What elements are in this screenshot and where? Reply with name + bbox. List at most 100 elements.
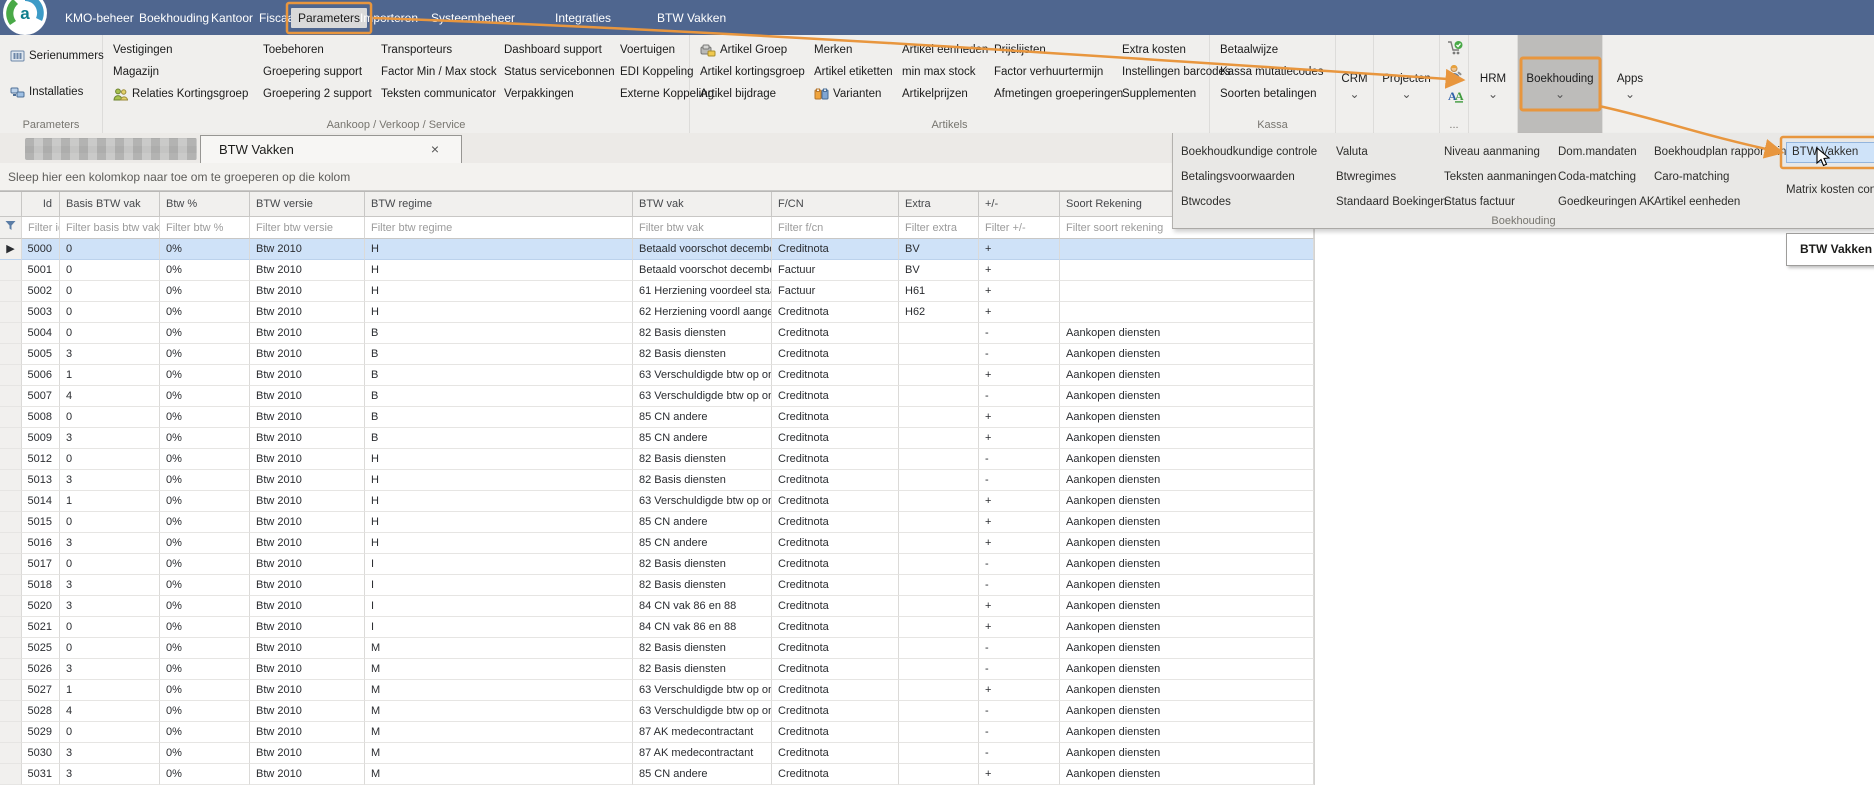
cell[interactable]: 0% [160,491,250,512]
cell[interactable]: 0 [60,722,160,743]
menu-item-caro-matching[interactable]: Caro-matching [1654,165,1793,190]
cell[interactable]: 82 Basis diensten [633,554,772,575]
cell[interactable]: Creditnota [772,323,899,344]
cell[interactable]: Creditnota [772,386,899,407]
column-header--[interactable]: +/- [979,192,1060,217]
menu-item-kmo-beheer[interactable]: KMO-beheer [58,8,141,28]
cell[interactable]: Aankopen diensten [1060,344,1314,365]
cell[interactable]: Aankopen diensten [1060,428,1314,449]
column-header-btw-[interactable]: Btw % [160,192,250,217]
menu-item-artikel-eenheden[interactable]: Artikel eenheden [1654,190,1793,215]
cell[interactable]: Btw 2010 [250,722,365,743]
cell[interactable]: Btw 2010 [250,701,365,722]
cell[interactable]: 0% [160,638,250,659]
cell[interactable]: 82 Basis diensten [633,659,772,680]
cell[interactable]: 1 [60,365,160,386]
table-row[interactable]: 501830%Btw 2010I82 Basis dienstenCreditn… [0,575,1314,596]
cell[interactable]: 82 Basis diensten [633,449,772,470]
cell[interactable]: M [365,722,633,743]
cell[interactable]: H [365,260,633,281]
cell[interactable]: Btw 2010 [250,428,365,449]
cell[interactable] [899,407,979,428]
ribbon-item-magazijn[interactable]: Magazijn [109,61,259,83]
menu-item-btwregimes[interactable]: Btwregimes [1336,165,1447,190]
table-row[interactable]: 501410%Btw 2010H63 Verschuldigde btw op … [0,491,1314,512]
cell[interactable]: 5029 [22,722,60,743]
table-row[interactable]: 503030%Btw 2010M87 AK medecontractantCre… [0,743,1314,764]
menu-item-boekhoudplan-rapportering[interactable]: Boekhoudplan rapportering [1654,140,1793,165]
cell[interactable]: 0% [160,680,250,701]
menu-item-matrix-kosten-con[interactable]: Matrix kosten con [1786,178,1874,203]
cell[interactable]: Creditnota [772,344,899,365]
table-row[interactable]: 502900%Btw 2010M87 AK medecontractantCre… [0,722,1314,743]
cell[interactable]: 0 [60,638,160,659]
cell[interactable]: H [365,281,633,302]
cell[interactable]: Aankopen diensten [1060,407,1314,428]
cell[interactable]: 0% [160,764,250,785]
cell[interactable]: 0% [160,428,250,449]
menu-item-btwcodes[interactable]: Btwcodes [1181,190,1317,215]
table-row[interactable]: 500930%Btw 2010B85 CN andereCreditnota+A… [0,428,1314,449]
cell[interactable]: Creditnota [772,638,899,659]
ribbon-item-artikel-etiketten[interactable]: Artikel etiketten [810,61,898,83]
ribbon-button-projecten[interactable]: Projecten⌄ [1374,35,1440,133]
ribbon-item-betaalwijze[interactable]: Betaalwijze [1216,39,1334,61]
cell[interactable]: 5025 [22,638,60,659]
column-header-id[interactable]: Id [22,192,60,217]
cell[interactable]: 5016 [22,533,60,554]
cell[interactable]: 63 Verschuldigde btw op ont... [633,701,772,722]
table-row[interactable]: 500200%Btw 2010H61 Herziening voordeel s… [0,281,1314,302]
cell[interactable]: 0 [60,239,160,260]
cell[interactable] [899,701,979,722]
cell[interactable]: Creditnota [772,239,899,260]
cell[interactable]: + [979,764,1060,785]
cell[interactable]: 0% [160,281,250,302]
cell[interactable]: H [365,449,633,470]
cell[interactable]: 85 CN andere [633,764,772,785]
filter-cell[interactable]: Filter btw % [160,217,250,239]
cell[interactable]: 0% [160,365,250,386]
cell[interactable]: Factuur [772,281,899,302]
menu-item-integraties[interactable]: Integraties [548,8,618,28]
cell[interactable]: M [365,764,633,785]
cell[interactable]: B [365,323,633,344]
cell[interactable]: BV [899,239,979,260]
cell[interactable]: 0% [160,659,250,680]
cell[interactable]: Btw 2010 [250,302,365,323]
tab-btw-vakken[interactable]: BTW Vakken × [200,135,462,163]
cell[interactable] [899,743,979,764]
cell[interactable]: Creditnota [772,680,899,701]
cell[interactable]: H [365,302,633,323]
cell[interactable]: 0% [160,533,250,554]
cell[interactable]: Btw 2010 [250,659,365,680]
cell[interactable]: 0% [160,470,250,491]
menu-item-betalingsvoorwaarden[interactable]: Betalingsvoorwaarden [1181,165,1317,190]
cell[interactable]: - [979,743,1060,764]
table-row[interactable]: 501700%Btw 2010I82 Basis dienstenCreditn… [0,554,1314,575]
menu-item-status-factuur[interactable]: Status factuur [1444,190,1557,215]
cell[interactable]: Creditnota [772,407,899,428]
cell[interactable]: Btw 2010 [250,449,365,470]
cell[interactable]: Btw 2010 [250,680,365,701]
cell[interactable]: 5000 [22,239,60,260]
fonts-icon[interactable]: AA [1447,88,1464,104]
menu-item-systeembeheer[interactable]: Systeembeheer [424,8,522,28]
cell[interactable] [1060,302,1314,323]
cell[interactable]: Creditnota [772,701,899,722]
cell[interactable]: 0 [60,323,160,344]
cell[interactable]: 0% [160,575,250,596]
cell[interactable]: H [365,512,633,533]
cell[interactable]: 0% [160,701,250,722]
cell[interactable]: 0% [160,722,250,743]
cell[interactable]: 0% [160,617,250,638]
cell[interactable]: Btw 2010 [250,323,365,344]
cell[interactable]: 3 [60,596,160,617]
cell[interactable]: Creditnota [772,512,899,533]
menu-item-btw-vakken[interactable]: BTW Vakken [650,8,733,28]
filter-cell[interactable]: Filter extra [899,217,979,239]
cell[interactable]: Btw 2010 [250,512,365,533]
cell[interactable]: H62 [899,302,979,323]
ribbon-item-transporteurs[interactable]: Transporteurs [377,39,500,61]
filter-cell[interactable]: Filter id [22,217,60,239]
redacted-tab[interactable] [25,138,197,160]
